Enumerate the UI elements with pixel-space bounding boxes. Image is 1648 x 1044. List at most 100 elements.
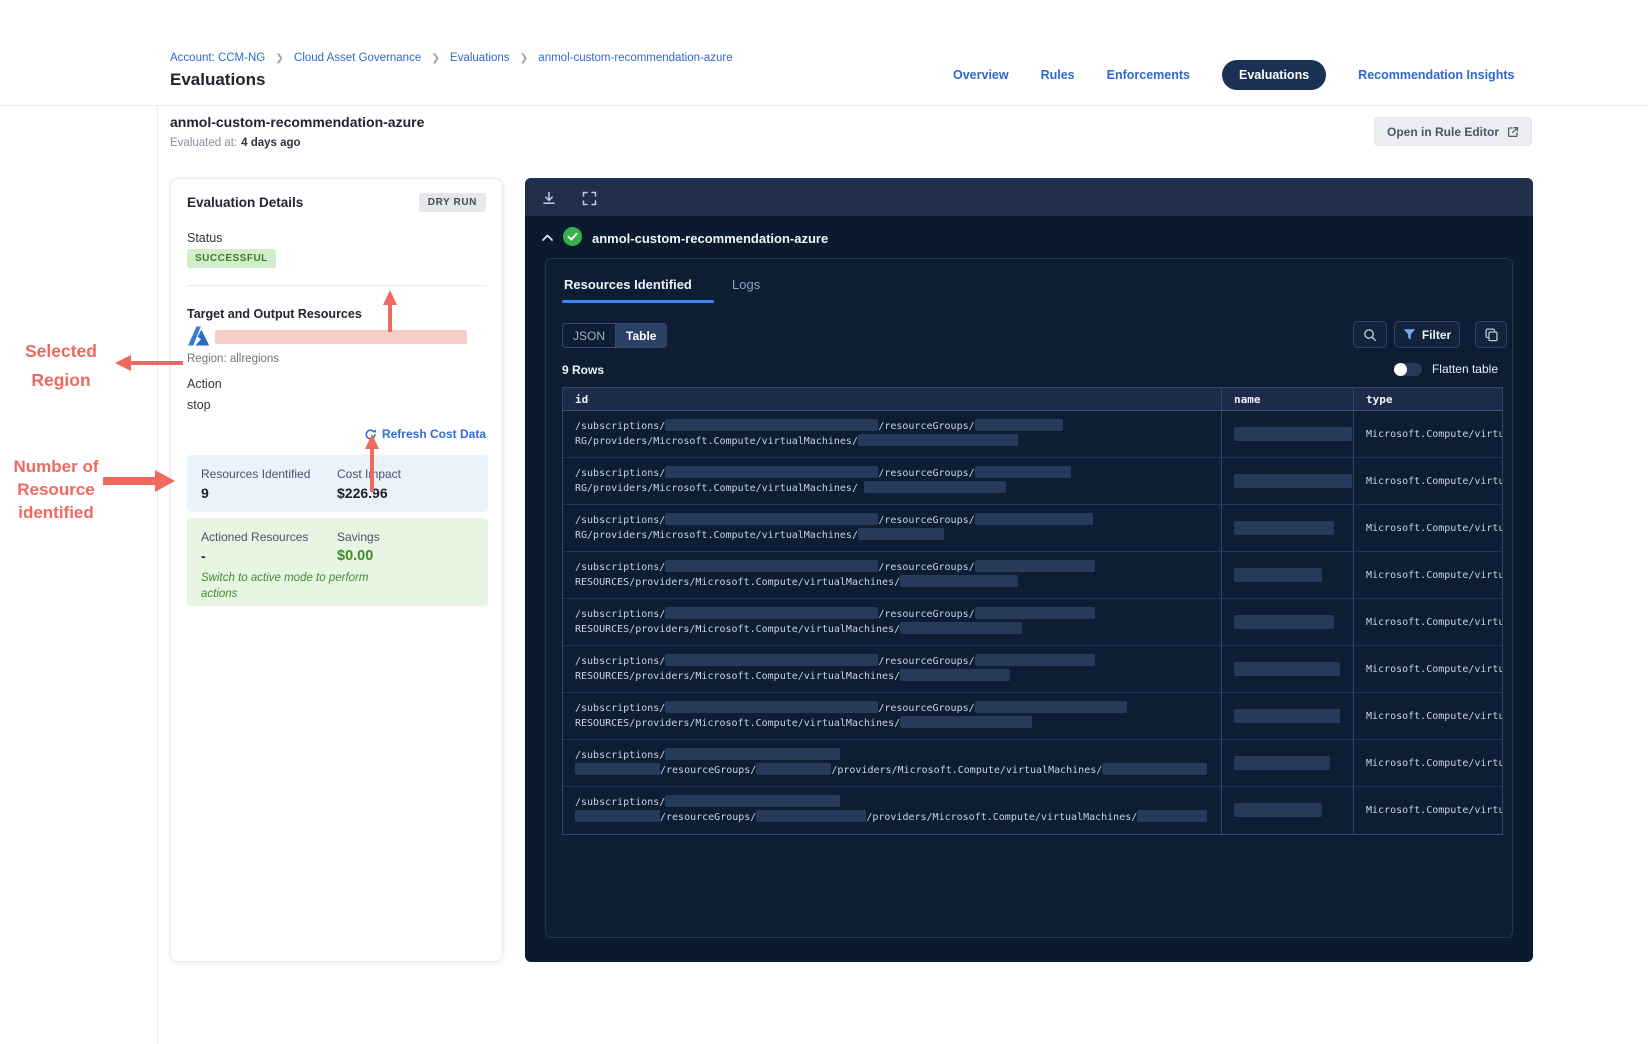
id-text: /subscriptions/ — [575, 656, 666, 667]
toggle-knob — [1393, 362, 1407, 376]
cell-id: /subscriptions/ /resourceGroups/RESOURCES… — [563, 693, 1222, 739]
cell-type: Microsoft.Compute/virtu — [1366, 428, 1502, 440]
tab-recommendation-insights[interactable]: Recommendation Insights — [1358, 68, 1514, 82]
identified-cost-box: Resources Identified 9 Cost Impact $226.… — [187, 455, 488, 512]
tab-rules[interactable]: Rules — [1041, 68, 1075, 82]
breadcrumb-governance[interactable]: Cloud Asset Governance — [294, 52, 421, 64]
savings-label: Savings — [337, 530, 380, 544]
status-label: Status — [187, 231, 223, 245]
search-button[interactable] — [1353, 321, 1387, 348]
filter-label: Filter — [1421, 327, 1452, 342]
id-line: RG/providers/Microsoft.Compute/virtualMa… — [575, 481, 1209, 496]
id-text: /subscriptions/ — [575, 703, 666, 714]
id-text: /subscriptions/ — [575, 609, 666, 620]
id-line: /subscriptions/ /resourceGroups/ — [575, 654, 1209, 669]
redacted-value — [665, 466, 879, 478]
id-text: /resourceGroups/ — [660, 812, 757, 823]
breadcrumb-chevron-icon: ❯ — [431, 53, 440, 64]
redacted-value — [900, 622, 1023, 634]
id-text: RESOURCES/providers/Microsoft.Compute/vi… — [575, 718, 901, 729]
id-text: /providers/Microsoft.Compute/virtualMach… — [831, 765, 1103, 776]
annotation-selected-region: Selected Region — [25, 341, 97, 390]
download-icon — [543, 191, 555, 204]
breadcrumb-rule-name[interactable]: anmol-custom-recommendation-azure — [538, 52, 732, 64]
id-text: /providers/Microsoft.Compute/virtualMach… — [866, 812, 1138, 823]
status-badge: SUCCESSFUL — [187, 249, 276, 268]
cell-type: Microsoft.Compute/virtu — [1366, 616, 1502, 628]
cell-name — [1222, 693, 1354, 739]
id-text: RESOURCES/providers/Microsoft.Compute/vi… — [575, 624, 901, 635]
table-row[interactable]: /subscriptions/ /resourceGroups/RESOURCES… — [563, 646, 1502, 693]
results-card: Resources Identified Logs JSON Table Fil… — [545, 258, 1513, 938]
redacted-value — [756, 810, 867, 822]
tab-enforcements[interactable]: Enforcements — [1107, 68, 1190, 82]
redacted-value — [665, 560, 879, 572]
table-row[interactable]: /subscriptions/ /resourceGroups/RG/provid… — [563, 505, 1502, 552]
refresh-cost-data-link[interactable]: Refresh Cost Data — [364, 427, 486, 441]
redacted-value — [900, 575, 1019, 587]
redacted-value — [1102, 763, 1208, 775]
actioned-resources-label: Actioned Resources — [201, 530, 309, 544]
redacted-value — [665, 654, 879, 666]
cell-type: Microsoft.Compute/virtu — [1366, 663, 1502, 675]
toggle-track[interactable] — [1393, 362, 1422, 376]
view-toggle-json[interactable]: JSON — [563, 324, 617, 347]
id-line: /subscriptions/ /resourceGroups/ — [575, 701, 1209, 716]
tab-evaluations-active[interactable]: Evaluations — [1222, 60, 1327, 90]
flatten-table-toggle[interactable]: Flatten table — [1393, 362, 1498, 376]
column-header-name[interactable]: name — [1222, 388, 1354, 410]
region-value: Region: allregions — [187, 353, 280, 365]
id-text: /resourceGroups/ — [660, 765, 757, 776]
evaluated-at-value: 4 days ago — [241, 137, 301, 149]
table-row[interactable]: /subscriptions/ /resourceGroups/ /provider… — [563, 787, 1502, 834]
tab-resources-identified[interactable]: Resources Identified — [564, 277, 692, 292]
download-button[interactable] — [537, 186, 561, 210]
fullscreen-button[interactable] — [577, 186, 601, 210]
copy-button[interactable] — [1475, 321, 1507, 348]
column-header-type[interactable]: type — [1354, 388, 1502, 410]
id-line: /resourceGroups/ /providers/Microsoft.Com… — [575, 810, 1209, 825]
cell-id: /subscriptions/ /resourceGroups/ /provider… — [563, 787, 1222, 834]
redacted-value — [1234, 521, 1334, 535]
id-text: RG/providers/Microsoft.Compute/virtualMa… — [575, 530, 858, 541]
view-toggle-table[interactable]: Table — [616, 324, 667, 347]
breadcrumb-account[interactable]: Account: CCM-NG — [170, 52, 265, 64]
collapse-chevron-icon[interactable] — [541, 233, 554, 242]
open-rule-editor-label: Open in Rule Editor — [1387, 124, 1500, 139]
redacted-value — [974, 654, 1095, 666]
tab-logs[interactable]: Logs — [732, 277, 760, 292]
table-row[interactable]: /subscriptions/ /resourceGroups/RESOURCES… — [563, 693, 1502, 740]
id-text: /subscriptions/ — [575, 562, 666, 573]
actioned-savings-box: Actioned Resources - Savings $0.00 Switc… — [187, 518, 488, 606]
id-line: /subscriptions/ — [575, 795, 1209, 810]
evaluation-details-title: Evaluation Details — [187, 195, 304, 210]
cell-id: /subscriptions/ /resourceGroups/RESOURCES… — [563, 552, 1222, 598]
redacted-value — [575, 763, 660, 775]
redacted-value — [665, 607, 879, 619]
open-rule-editor-button[interactable]: Open in Rule Editor — [1374, 117, 1533, 146]
redacted-value — [1234, 568, 1322, 582]
evaluated-at-label: Evaluated at: — [170, 137, 238, 149]
cell-name — [1222, 787, 1354, 834]
card-divider — [187, 285, 486, 286]
cell-name — [1222, 458, 1354, 504]
evaluation-details-card: Evaluation Details DRY RUN Status SUCCES… — [170, 178, 503, 962]
cost-impact-value: $226.96 — [337, 485, 388, 501]
redacted-value — [1234, 709, 1340, 723]
cell-id: /subscriptions/ /resourceGroups/RG/provid… — [563, 505, 1222, 551]
table-row[interactable]: /subscriptions/ /resourceGroups/RESOURCES… — [563, 552, 1502, 599]
cell-name — [1222, 740, 1354, 786]
breadcrumb-chevron-icon: ❯ — [275, 53, 284, 64]
table-row[interactable]: /subscriptions/ /resourceGroups/RG/provid… — [563, 458, 1502, 505]
redacted-value — [974, 701, 1127, 713]
table-row[interactable]: /subscriptions/ /resourceGroups/ /provider… — [563, 740, 1502, 787]
breadcrumb-evaluations[interactable]: Evaluations — [450, 52, 509, 64]
table-row[interactable]: /subscriptions/ /resourceGroups/RESOURCES… — [563, 599, 1502, 646]
table-row[interactable]: /subscriptions/ /resourceGroups/RG/provid… — [563, 411, 1502, 458]
cell-name — [1222, 599, 1354, 645]
cell-id: /subscriptions/ /resourceGroups/ /provider… — [563, 740, 1222, 786]
column-header-id[interactable]: id — [563, 388, 1222, 410]
tab-overview[interactable]: Overview — [953, 68, 1009, 82]
filter-button[interactable]: Filter — [1394, 321, 1460, 348]
id-text: /subscriptions/ — [575, 750, 666, 761]
